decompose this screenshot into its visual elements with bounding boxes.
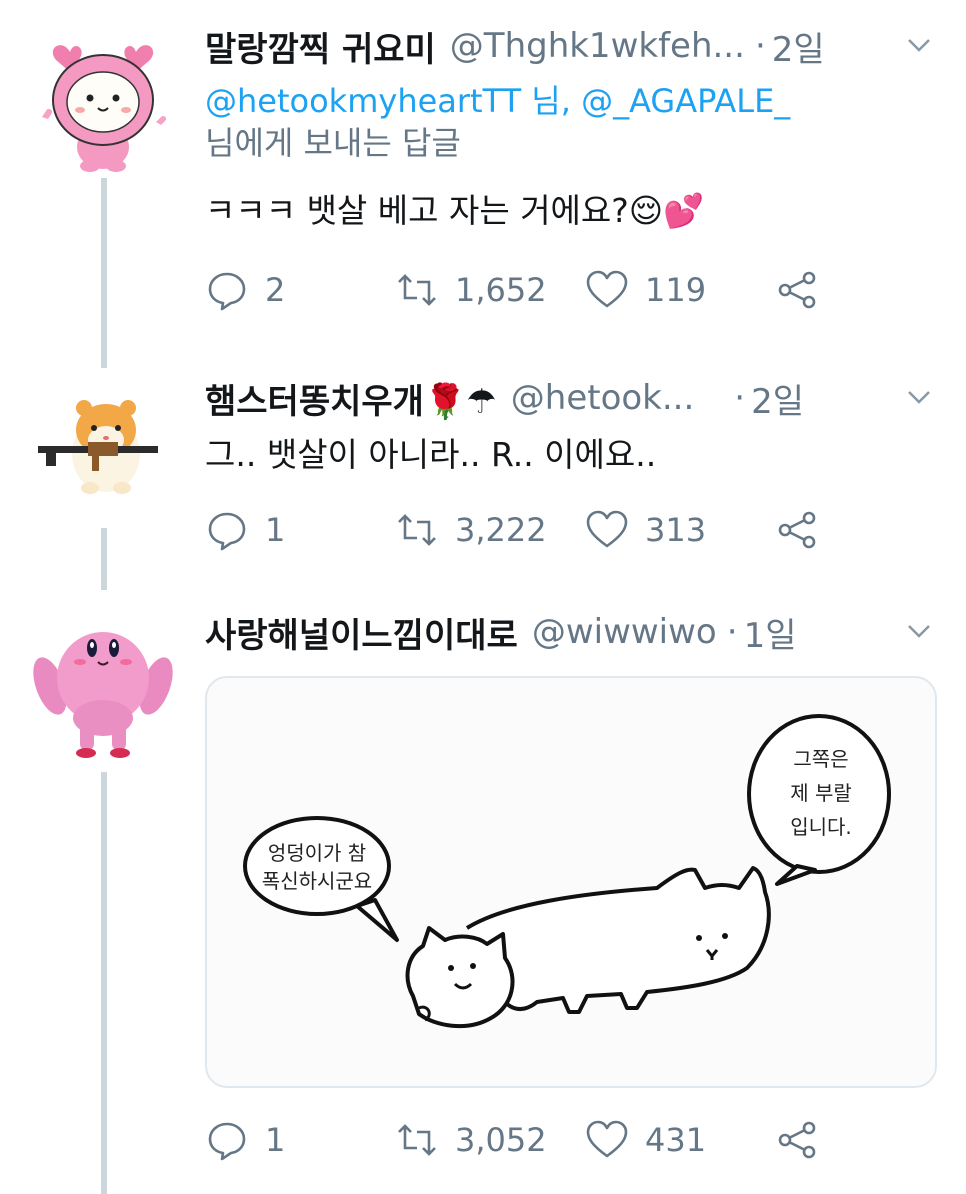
tweet-actions: 2 1,652 119 <box>205 266 845 314</box>
share-button[interactable] <box>775 506 819 554</box>
pink-hat-character-avatar-icon <box>42 45 167 172</box>
reply-count: 1 <box>265 1121 286 1159</box>
avatar[interactable] <box>28 608 178 758</box>
tweet-time[interactable]: 2일 <box>772 22 825 71</box>
tweet-time[interactable]: 2일 <box>751 374 804 423</box>
reply-button[interactable]: 1 <box>205 506 285 554</box>
left-bubble-line-1: 엉덩이가 참 <box>268 841 366 865</box>
share-icon <box>778 1121 816 1159</box>
tweet-media-image[interactable]: 엉덩이가 참 폭신하시군요 그쪽은 제 부랄 입니다. <box>205 676 937 1088</box>
avatar[interactable] <box>28 22 178 172</box>
thread-line <box>101 528 107 590</box>
separator-dot: · <box>726 612 738 652</box>
tweet-text: ㅋㅋㅋ 뱃살 베고 자는 거에요?😌💕 <box>205 191 705 230</box>
retweet-count: 3,052 <box>455 1121 547 1159</box>
thread-line <box>101 772 107 1194</box>
reply-context: @hetookmyheartTT 님, @_AGAPALE_ 님에게 보내는 답… <box>205 80 905 164</box>
like-button[interactable]: 313 <box>585 506 706 554</box>
tweet-header: 햄스터똥치우개🌹☂ @hetook... · 2일 <box>205 374 804 422</box>
share-button[interactable] <box>775 266 819 314</box>
muscular-kirby-avatar-icon <box>33 632 173 758</box>
tweet-text: 그.. 뱃살이 아니라.. R.. 이에요.. <box>205 435 657 474</box>
tweet-header: 말랑깜찍 귀요미 @Thghk1wkfeh... · 2일 <box>205 22 825 70</box>
tweet-header: 사랑해널이느낌이대로 @wiwwiwo · 1일 <box>205 608 796 656</box>
retweet-button[interactable]: 3,052 <box>395 1116 547 1164</box>
right-bubble-line-3: 입니다. <box>790 815 852 839</box>
share-button[interactable] <box>775 1116 819 1164</box>
heart-icon <box>586 1120 628 1158</box>
chevron-down-icon[interactable] <box>902 28 936 62</box>
separator-dot: · <box>734 378 746 418</box>
chevron-down-icon[interactable] <box>902 614 936 648</box>
comic-image: 엉덩이가 참 폭신하시군요 그쪽은 제 부랄 입니다. <box>243 714 891 1029</box>
retweet-icon <box>398 1124 436 1156</box>
retweet-icon <box>398 274 436 306</box>
like-count: 431 <box>645 1121 707 1159</box>
display-name[interactable]: 말랑깜찍 귀요미 <box>205 22 436 71</box>
right-bubble-line-2: 제 부랄 <box>790 781 852 805</box>
like-button[interactable]: 431 <box>585 1116 706 1164</box>
reply-button[interactable]: 2 <box>205 266 285 314</box>
share-icon <box>778 511 816 549</box>
share-icon <box>778 271 816 309</box>
retweet-button[interactable]: 1,652 <box>395 266 547 314</box>
tweet-actions: 1 3,052 431 <box>205 1116 845 1164</box>
reply-icon <box>208 1122 246 1161</box>
retweet-button[interactable]: 3,222 <box>395 506 547 554</box>
retweet-icon <box>398 514 436 546</box>
like-button[interactable]: 119 <box>585 266 706 314</box>
right-bubble-line-1: 그쪽은 <box>793 747 848 771</box>
display-name[interactable]: 햄스터똥치우개🌹☂ <box>205 374 497 423</box>
hamster-with-rifle-avatar-icon <box>38 400 158 494</box>
reply-count: 1 <box>265 511 286 549</box>
heart-icon <box>586 510 628 548</box>
like-count: 119 <box>645 271 707 309</box>
avatar[interactable] <box>28 372 178 522</box>
heart-icon <box>586 270 628 308</box>
reply-button[interactable]: 1 <box>205 1116 285 1164</box>
reply-count: 2 <box>265 271 286 309</box>
thread-line <box>101 178 107 368</box>
separator-dot: · <box>754 26 766 66</box>
tweet-time[interactable]: 1일 <box>744 608 797 657</box>
user-handle[interactable]: @Thghk1wkfeh... <box>450 26 745 66</box>
reply-mentions-link[interactable]: @hetookmyheartTT 님, @_AGAPALE_ <box>205 82 790 120</box>
tweet-actions: 1 3,222 313 <box>205 506 845 554</box>
reply-suffix: 님에게 보내는 답글 <box>205 124 461 162</box>
reply-icon <box>208 272 246 311</box>
display-name[interactable]: 사랑해널이느낌이대로 <box>205 608 518 657</box>
retweet-count: 1,652 <box>455 271 547 309</box>
user-handle[interactable]: @hetook... <box>511 378 695 418</box>
reply-icon <box>208 512 246 551</box>
retweet-count: 3,222 <box>455 511 547 549</box>
left-bubble-line-2: 폭신하시군요 <box>262 869 372 893</box>
user-handle[interactable]: @wiwwiwo <box>532 612 717 652</box>
chevron-down-icon[interactable] <box>902 380 936 414</box>
like-count: 313 <box>645 511 707 549</box>
